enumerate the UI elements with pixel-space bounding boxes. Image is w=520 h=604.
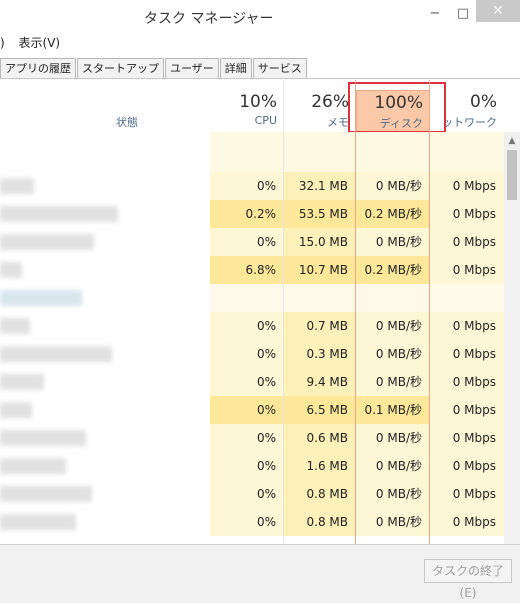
disk-cell: 0 MB/秒 — [356, 508, 430, 536]
cpu-cell: 0% — [210, 508, 284, 536]
cpu-cell: 0% — [210, 368, 284, 396]
net-cell: 0 Mbps — [430, 452, 504, 480]
memory-percent: 26% — [311, 92, 349, 112]
vertical-scrollbar[interactable]: ▲ — [504, 132, 520, 544]
process-name-redacted — [0, 290, 82, 306]
title-bar: タスク マネージャー − □ ✕ — [0, 0, 520, 33]
bottom-bar: タスクの終了(E) — [0, 544, 520, 603]
process-name-redacted — [0, 402, 32, 418]
net-cell: 0 Mbps — [430, 424, 504, 452]
scroll-thumb[interactable] — [507, 150, 517, 200]
process-name-redacted — [0, 206, 118, 222]
cpu-cell: 0% — [210, 340, 284, 368]
net-cell: 0 Mbps — [430, 480, 504, 508]
mem-cell: 0.8 MB — [284, 480, 356, 508]
cpu-cell: 0% — [210, 228, 284, 256]
tab-users[interactable]: ユーザー — [165, 58, 219, 78]
column-memory[interactable]: 26% メモ — [284, 80, 356, 132]
window-title: タスク マネージャー — [144, 11, 274, 27]
net-cell: 0 Mbps — [430, 340, 504, 368]
mem-cell: 0.3 MB — [284, 340, 356, 368]
disk-cell: 0.2 MB/秒 — [356, 256, 430, 284]
menu-item-file-partial[interactable]: ) — [0, 36, 5, 50]
cpu-cell: 0% — [210, 424, 284, 452]
net-cell: 0 Mbps — [430, 368, 504, 396]
net-cell: 0 Mbps — [430, 200, 504, 228]
process-name-redacted — [0, 374, 44, 390]
column-cpu[interactable]: 10% CPU — [210, 80, 284, 132]
mem-cell: 6.5 MB — [284, 396, 356, 424]
net-cell: 0 Mbps — [430, 396, 504, 424]
cpu-cell: 0.2% — [210, 200, 284, 228]
disk-cell: 0 MB/秒 — [356, 424, 430, 452]
cpu-cell: 0% — [210, 312, 284, 340]
mem-cell: 1.6 MB — [284, 452, 356, 480]
mem-cell: 0.6 MB — [284, 424, 356, 452]
cpu-cell: 0% — [210, 480, 284, 508]
disk-cell: 0 MB/秒 — [356, 368, 430, 396]
net-cell: 0 Mbps — [430, 228, 504, 256]
cpu-percent: 10% — [239, 92, 277, 112]
mem-cell — [284, 284, 356, 312]
net-cell — [430, 284, 504, 312]
disk-highlight-box — [348, 82, 446, 133]
mem-cell: 0.8 MB — [284, 508, 356, 536]
disk-cell: 0.2 MB/秒 — [356, 200, 430, 228]
process-name-redacted — [0, 486, 92, 502]
mem-cell: 9.4 MB — [284, 368, 356, 396]
disk-cell: 0 MB/秒 — [356, 172, 430, 200]
scroll-up-icon[interactable]: ▲ — [504, 136, 520, 148]
cpu-label: CPU — [254, 114, 277, 127]
net-cell: 0 Mbps — [430, 312, 504, 340]
column-status[interactable]: 状態 — [116, 114, 138, 130]
menu-bar: ) 表示(V) — [0, 34, 70, 52]
tab-strip: アプリの履歴 スタートアップ ユーザー 詳細 サービス — [0, 58, 308, 78]
process-name-redacted — [0, 262, 22, 278]
disk-cell: 0.1 MB/秒 — [356, 396, 430, 424]
cpu-cell: 6.8% — [210, 256, 284, 284]
process-name-redacted — [0, 318, 30, 334]
mem-cell: 32.1 MB — [284, 172, 356, 200]
end-task-button[interactable]: タスクの終了(E) — [424, 559, 512, 600]
disk-cell: 0 MB/秒 — [356, 452, 430, 480]
net-cell: 0 Mbps — [430, 256, 504, 284]
process-name-redacted — [0, 234, 94, 250]
network-percent: 0% — [470, 92, 497, 112]
tab-startup[interactable]: スタートアップ — [77, 58, 164, 78]
mem-cell: 15.0 MB — [284, 228, 356, 256]
tab-app-history[interactable]: アプリの履歴 — [0, 58, 76, 78]
process-name-redacted — [0, 514, 76, 530]
column-divider — [283, 80, 284, 544]
disk-cell — [356, 284, 430, 312]
header-tint-strip — [210, 132, 504, 172]
cpu-cell: 0% — [210, 396, 284, 424]
minimize-button[interactable]: − — [422, 4, 448, 24]
mem-cell: 10.7 MB — [284, 256, 356, 284]
column-divider — [429, 80, 430, 544]
memory-label: メモ — [327, 116, 349, 129]
cpu-cell: 0% — [210, 452, 284, 480]
menu-item-view[interactable]: 表示(V) — [19, 34, 61, 51]
column-divider — [355, 80, 356, 544]
disk-cell: 0 MB/秒 — [356, 228, 430, 256]
process-name-redacted — [0, 346, 112, 362]
process-name-redacted — [0, 458, 66, 474]
close-button[interactable]: ✕ — [476, 0, 520, 22]
mem-cell: 53.5 MB — [284, 200, 356, 228]
maximize-button[interactable]: □ — [450, 4, 476, 24]
disk-cell: 0 MB/秒 — [356, 312, 430, 340]
process-name-redacted — [0, 430, 86, 446]
process-name-redacted — [0, 178, 34, 194]
panel-border — [0, 78, 520, 79]
disk-cell: 0 MB/秒 — [356, 340, 430, 368]
tab-services[interactable]: サービス — [252, 58, 307, 78]
tab-details[interactable]: 詳細 — [219, 58, 252, 78]
cpu-cell: 0% — [210, 172, 284, 200]
net-cell: 0 Mbps — [430, 172, 504, 200]
net-cell: 0 Mbps — [430, 508, 504, 536]
network-label: ットワーク — [442, 116, 497, 129]
mem-cell: 0.7 MB — [284, 312, 356, 340]
cpu-cell — [210, 284, 284, 312]
disk-cell: 0 MB/秒 — [356, 480, 430, 508]
